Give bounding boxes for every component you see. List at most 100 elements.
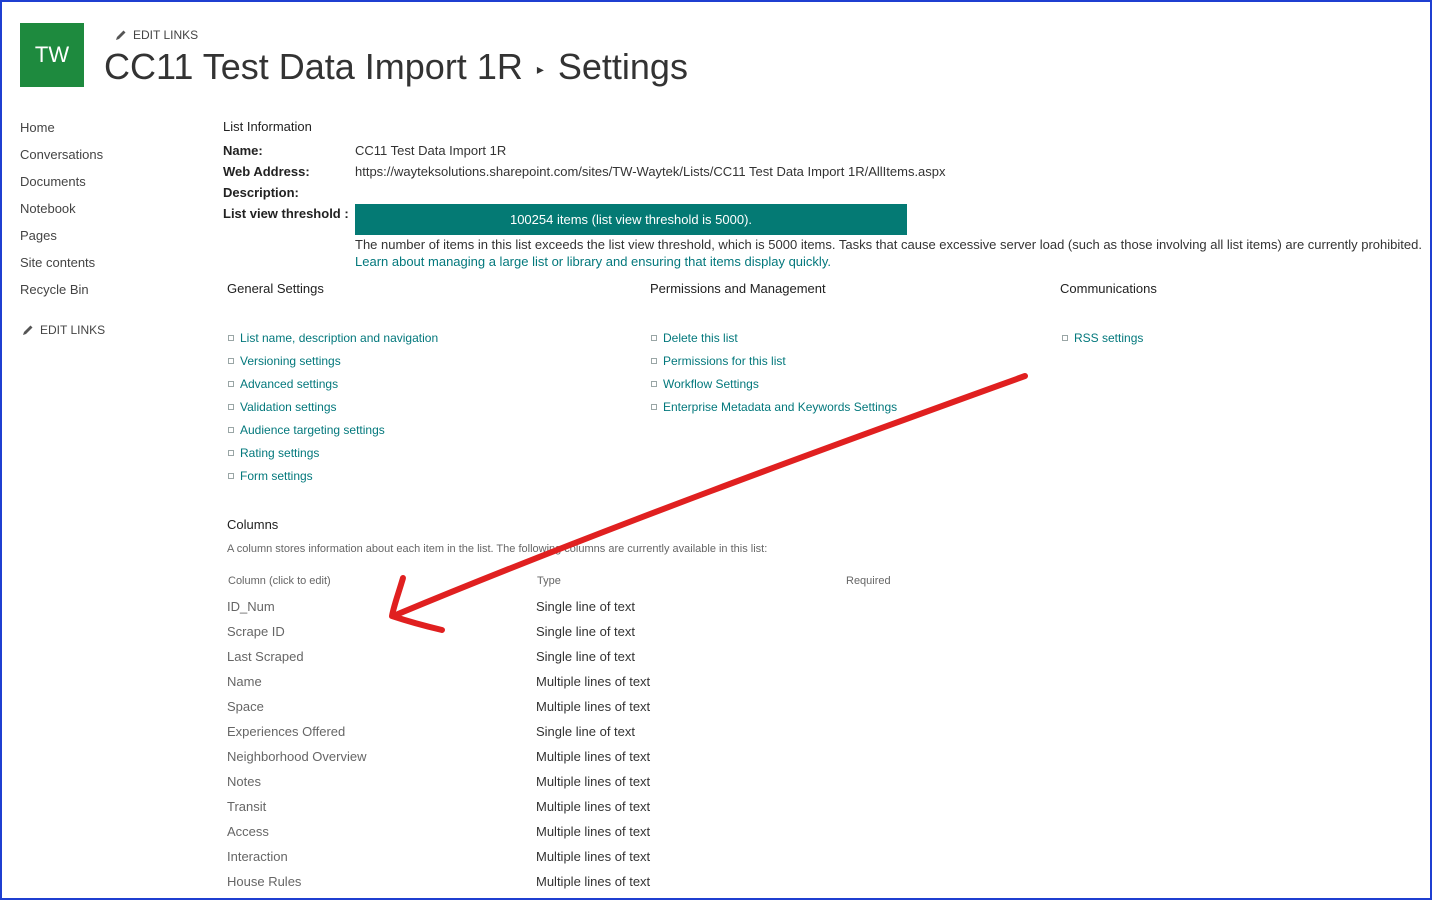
column-name-link[interactable]: Scrape ID xyxy=(227,624,285,639)
table-row: ID_Num Single line of text xyxy=(227,599,927,624)
column-header-required: Required xyxy=(846,575,891,587)
column-name-link[interactable]: Transit xyxy=(227,799,266,814)
column-type: Single line of text xyxy=(536,649,636,664)
table-row: Neighborhood Overview Multiple lines of t… xyxy=(227,749,927,774)
name-value: CC11 Test Data Import 1R xyxy=(355,143,507,158)
list-item: Workflow Settings xyxy=(651,372,897,395)
column-name-link[interactable]: ID_Num xyxy=(227,599,275,614)
bullet-icon xyxy=(228,449,234,456)
nav-item-conversations[interactable]: Conversations xyxy=(20,147,103,174)
column-type: Multiple lines of text xyxy=(536,849,651,864)
list-item: Versioning settings xyxy=(228,349,438,372)
permissions-heading: Permissions and Management xyxy=(650,281,826,296)
column-type: Multiple lines of text xyxy=(536,674,651,689)
column-type: Multiple lines of text xyxy=(536,799,651,814)
column-name-link[interactable]: Last Scraped xyxy=(227,649,304,664)
column-type: Multiple lines of text xyxy=(536,874,651,889)
bullet-icon xyxy=(1062,334,1068,341)
audience-targeting-link[interactable]: Audience targeting settings xyxy=(240,423,385,437)
pencil-icon xyxy=(23,325,33,335)
table-row: Interaction Multiple lines of text xyxy=(227,849,927,874)
threshold-banner: 100254 items (list view threshold is 500… xyxy=(355,204,907,235)
web-address-value: https://wayteksolutions.sharepoint.com/s… xyxy=(355,164,946,179)
list-item: Audience targeting settings xyxy=(228,418,438,441)
column-type: Multiple lines of text xyxy=(536,824,651,839)
column-name-link[interactable]: Notes xyxy=(227,774,261,789)
bullet-icon xyxy=(651,380,657,387)
column-header-name: Column (click to edit) xyxy=(228,575,331,587)
column-type: Multiple lines of text xyxy=(536,749,651,764)
list-item: Validation settings xyxy=(228,395,438,418)
bullet-icon xyxy=(228,472,234,479)
columns-heading: Columns xyxy=(227,517,279,532)
list-name-description-link[interactable]: List name, description and navigation xyxy=(240,331,438,345)
rating-settings-link[interactable]: Rating settings xyxy=(240,446,319,460)
nav-item-notebook[interactable]: Notebook xyxy=(20,201,103,228)
nav-item-home[interactable]: Home xyxy=(20,120,103,147)
list-information-heading: List Information xyxy=(223,119,312,134)
nav-item-documents[interactable]: Documents xyxy=(20,174,103,201)
column-name-link[interactable]: Experiences Offered xyxy=(227,724,345,739)
nav-item-recycle-bin[interactable]: Recycle Bin xyxy=(20,282,103,309)
nav-edit-links[interactable]: EDIT LINKS xyxy=(22,323,105,337)
table-row: Access Multiple lines of text xyxy=(227,824,927,849)
nav-item-pages[interactable]: Pages xyxy=(20,228,103,255)
table-row: Space Multiple lines of text xyxy=(227,699,927,724)
table-row: Transit Multiple lines of text xyxy=(227,799,927,824)
table-row: Notes Multiple lines of text xyxy=(227,774,927,799)
form-settings-link[interactable]: Form settings xyxy=(240,469,313,483)
bullet-icon xyxy=(228,334,234,341)
table-row: Last Scraped Single line of text xyxy=(227,649,927,674)
bullet-icon xyxy=(651,334,657,341)
validation-settings-link[interactable]: Validation settings xyxy=(240,400,337,414)
column-name-link[interactable]: Access xyxy=(227,824,269,839)
column-type: Single line of text xyxy=(536,624,636,639)
column-name-link[interactable]: Neighborhood Overview xyxy=(227,749,366,764)
delete-list-link[interactable]: Delete this list xyxy=(663,331,738,345)
column-name-link[interactable]: Interaction xyxy=(227,849,288,864)
column-type: Single line of text xyxy=(536,599,636,614)
table-row: House Rules Multiple lines of text xyxy=(227,874,927,899)
name-label: Name: xyxy=(223,143,263,158)
rss-settings-link[interactable]: RSS settings xyxy=(1074,331,1143,345)
threshold-label: List view threshold : xyxy=(223,206,349,221)
bullet-icon xyxy=(228,380,234,387)
enterprise-metadata-link[interactable]: Enterprise Metadata and Keywords Setting… xyxy=(663,400,897,414)
permissions-list: Delete this list Permissions for this li… xyxy=(651,326,897,418)
bullet-icon xyxy=(651,357,657,364)
list-item: Delete this list xyxy=(651,326,897,349)
left-navigation: Home Conversations Documents Notebook Pa… xyxy=(20,120,103,309)
site-title-link[interactable]: CC11 Test Data Import 1R xyxy=(104,46,523,88)
site-logo[interactable]: TW xyxy=(20,23,84,87)
page-title: CC11 Test Data Import 1R ▸ Settings xyxy=(104,46,688,88)
bullet-icon xyxy=(228,403,234,410)
column-header-type: Type xyxy=(537,575,561,587)
breadcrumb-separator-icon: ▸ xyxy=(536,60,544,77)
advanced-settings-link[interactable]: Advanced settings xyxy=(240,377,338,391)
list-item: Advanced settings xyxy=(228,372,438,395)
pencil-icon xyxy=(116,30,126,40)
nav-item-site-contents[interactable]: Site contents xyxy=(20,255,103,282)
communications-list: RSS settings xyxy=(1062,326,1143,349)
web-address-label: Web Address: xyxy=(223,164,310,179)
table-row: Scrape ID Single line of text xyxy=(227,624,927,649)
table-row: Experiences Offered Single line of text xyxy=(227,724,927,749)
breadcrumb-current-page: Settings xyxy=(557,46,688,87)
list-item: Form settings xyxy=(228,464,438,487)
list-item: Permissions for this list xyxy=(651,349,897,372)
column-name-link[interactable]: Space xyxy=(227,699,264,714)
bullet-icon xyxy=(228,357,234,364)
general-settings-list: List name, description and navigation Ve… xyxy=(228,326,438,487)
list-item: Rating settings xyxy=(228,441,438,464)
columns-description: A column stores information about each i… xyxy=(227,543,768,555)
column-type: Multiple lines of text xyxy=(536,699,651,714)
threshold-help-link[interactable]: Learn about managing a large list or lib… xyxy=(355,254,831,269)
column-name-link[interactable]: Name xyxy=(227,674,262,689)
header-edit-links[interactable]: EDIT LINKS xyxy=(115,28,198,42)
communications-heading: Communications xyxy=(1060,281,1157,296)
workflow-settings-link[interactable]: Workflow Settings xyxy=(663,377,759,391)
bullet-icon xyxy=(228,426,234,433)
column-name-link[interactable]: House Rules xyxy=(227,874,301,889)
list-permissions-link[interactable]: Permissions for this list xyxy=(663,354,786,368)
versioning-settings-link[interactable]: Versioning settings xyxy=(240,354,341,368)
